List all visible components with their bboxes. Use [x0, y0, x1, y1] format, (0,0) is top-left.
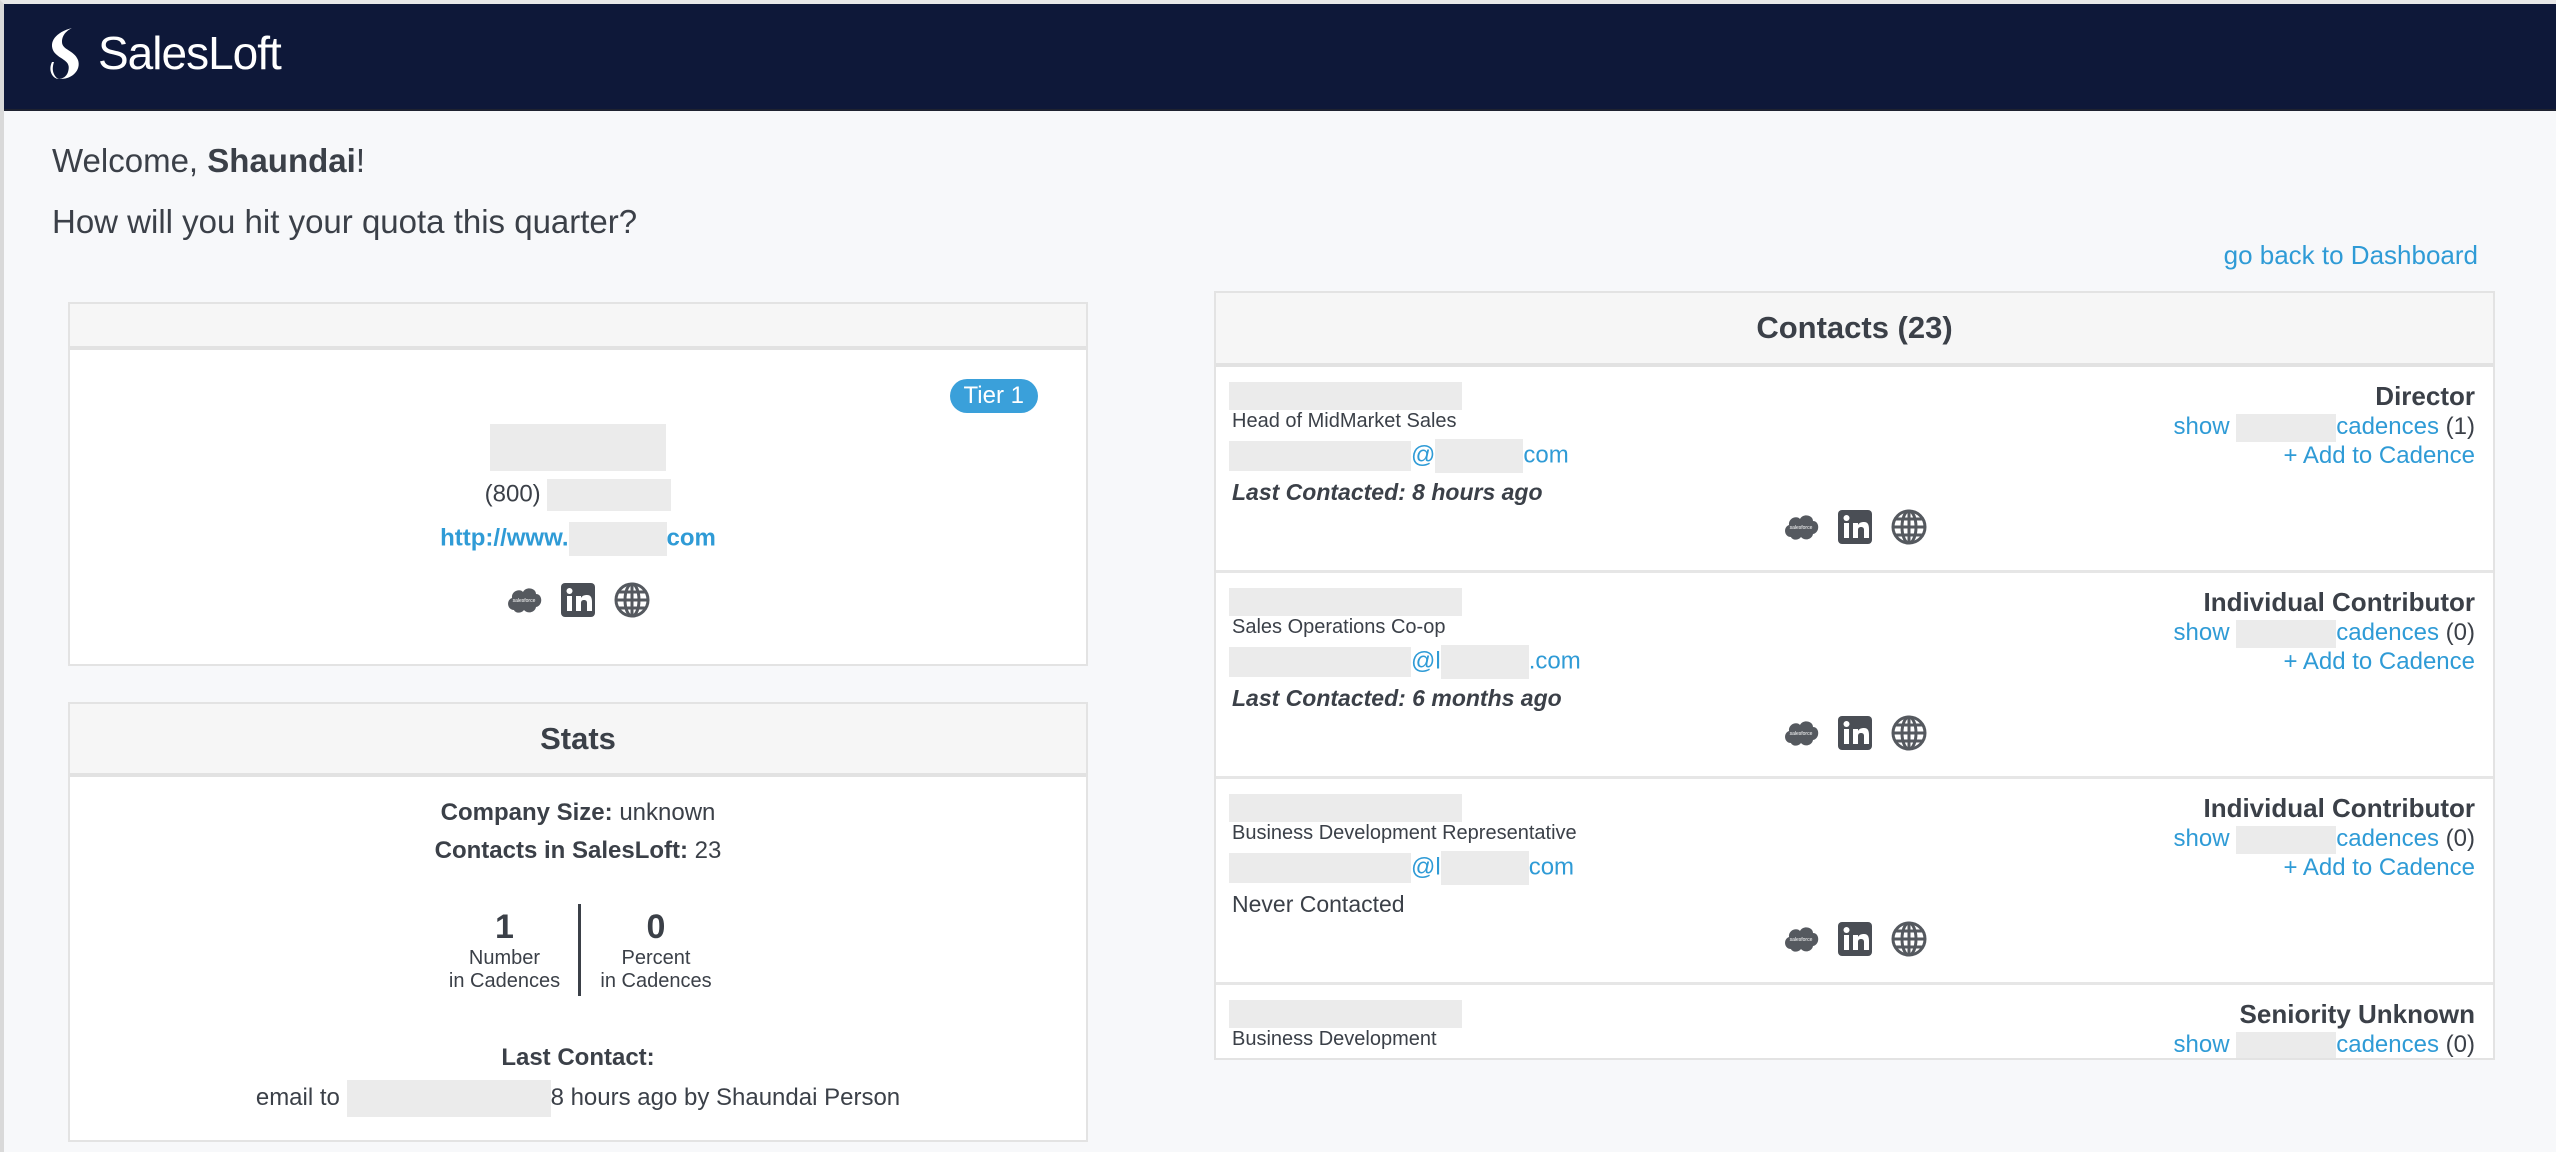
contact-job-title: Business Development	[1232, 1028, 1437, 1050]
svg-text:salesforce: salesforce	[1789, 937, 1812, 943]
last-contacted: Last Contacted: 8 hours ago	[1232, 479, 1543, 505]
user-name: Shaundai	[207, 142, 356, 179]
salesforce-icon[interactable]: salesforce	[1781, 507, 1821, 547]
contact-social-icons: salesforce	[1216, 713, 2493, 753]
show-cadences[interactable]: show cadences (0)	[2174, 1031, 2475, 1058]
company-card-header	[70, 304, 1086, 350]
linkedin-icon[interactable]	[558, 580, 598, 620]
company-website-link[interactable]: http://www. com	[70, 522, 1086, 556]
company-social-icons: salesforce	[70, 580, 1086, 620]
contact-seniority: Director	[2375, 381, 2475, 411]
stats-card: Stats Company Size: unknown Contacts in …	[68, 702, 1088, 1142]
welcome-message: Welcome, Shaundai!	[52, 142, 365, 179]
contact-email-link[interactable]: @ com	[1229, 439, 1569, 473]
add-to-cadence-link[interactable]: + Add to Cadence	[2284, 648, 2475, 676]
linkedin-icon[interactable]	[1835, 713, 1875, 753]
last-contact-detail: email to 8 hours ago by Shaundai Person	[70, 1080, 1086, 1117]
contacts-card: Contacts (23) Head of MidMarket Sales @ c…	[1214, 291, 2495, 1060]
saleslofts-logo[interactable]: SalesLoft	[42, 24, 282, 82]
globe-icon[interactable]	[612, 580, 652, 620]
number-in-cadences: 1 Number in Cadences	[431, 904, 581, 996]
contact-seniority: Seniority Unknown	[2239, 999, 2475, 1029]
contact-job-title: Head of MidMarket Sales	[1232, 410, 1457, 432]
top-navbar: SalesLoft	[4, 4, 2556, 111]
stats-title: Stats	[70, 704, 1086, 777]
contact-social-icons: salesforce	[1216, 919, 2493, 959]
contact-row: Business Development Seniority Unknown s…	[1216, 985, 2493, 1058]
svg-text:salesforce: salesforce	[513, 598, 536, 604]
globe-icon[interactable]	[1889, 919, 1929, 959]
svg-text:salesforce: salesforce	[1789, 525, 1812, 531]
company-name-redacted	[70, 424, 1086, 471]
show-cadences[interactable]: show cadences (0)	[2174, 619, 2475, 648]
globe-icon[interactable]	[1889, 713, 1929, 753]
salesforce-icon[interactable]: salesforce	[1781, 919, 1821, 959]
back-to-dashboard-link[interactable]: go back to Dashboard	[2224, 240, 2478, 271]
contact-seniority: Individual Contributor	[2203, 793, 2475, 823]
last-contacted: Last Contacted: 6 months ago	[1232, 685, 1562, 711]
svg-text:salesforce: salesforce	[1789, 731, 1812, 737]
last-contact-label: Last Contact:	[501, 1044, 655, 1071]
company-size: Company Size: unknown	[440, 799, 716, 826]
contact-name-redacted[interactable]	[1229, 382, 1462, 410]
contact-job-title: Business Development Representative	[1232, 822, 1577, 844]
contact-email-link[interactable]: @l com	[1229, 851, 1574, 885]
add-to-cadence-link[interactable]: + Add to Cadence	[2284, 854, 2475, 882]
show-cadences[interactable]: show cadences (1)	[2174, 413, 2475, 442]
salesforce-icon[interactable]: salesforce	[1781, 713, 1821, 753]
last-contacted: Never Contacted	[1232, 891, 1405, 917]
contact-social-icons: salesforce	[1216, 507, 2493, 547]
tier-badge: Tier 1	[949, 379, 1038, 413]
globe-icon[interactable]	[1889, 507, 1929, 547]
salesforce-icon[interactable]: salesforce	[504, 580, 544, 620]
contact-row: Head of MidMarket Sales @ com Last Contac…	[1216, 367, 2493, 573]
contacts-title: Contacts (23)	[1216, 293, 2493, 367]
company-card: Tier 1 (800) http://www. com salesforce	[68, 302, 1088, 666]
company-phone: (800)	[70, 479, 1086, 511]
contact-name-redacted[interactable]	[1229, 588, 1462, 616]
show-cadences[interactable]: show cadences (0)	[2174, 825, 2475, 854]
contact-name-redacted[interactable]	[1229, 1000, 1462, 1028]
linkedin-icon[interactable]	[1835, 507, 1875, 547]
percent-in-cadences: 0 Percent in Cadences	[600, 908, 712, 992]
linkedin-icon[interactable]	[1835, 919, 1875, 959]
contact-job-title: Sales Operations Co-op	[1232, 616, 1446, 638]
contact-email-link[interactable]: @l .com	[1229, 645, 1581, 679]
contact-name-redacted[interactable]	[1229, 794, 1462, 822]
add-to-cadence-link[interactable]: + Add to Cadence	[2284, 442, 2475, 470]
contact-row: Sales Operations Co-op @l .com Last Conta…	[1216, 573, 2493, 779]
page-subtitle: How will you hit your quota this quarter…	[52, 203, 638, 240]
contacts-count: Contacts in SalesLoft: 23	[434, 837, 722, 864]
brand-name: SalesLoft	[98, 27, 282, 79]
cadence-stats: 1 Number in Cadences 0 Percent in Cadences	[426, 904, 736, 996]
saleslofts-logo-icon	[50, 28, 79, 79]
contact-row: Business Development Representative @l co…	[1216, 779, 2493, 985]
contact-seniority: Individual Contributor	[2203, 587, 2475, 617]
